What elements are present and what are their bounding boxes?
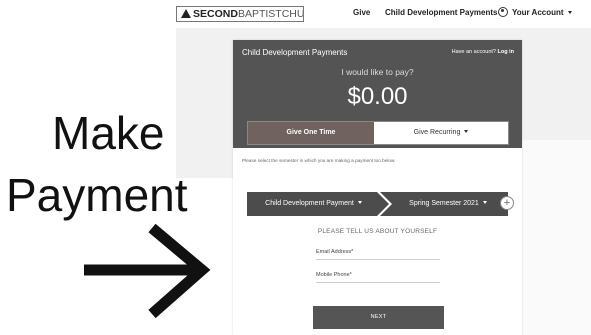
- triangle-logo-icon: [181, 9, 191, 18]
- card-title: Child Development Payments: [242, 48, 348, 57]
- phone-field[interactable]: [316, 282, 440, 283]
- login-prefix: Have an account?: [451, 49, 496, 55]
- login-prompt: Have an account? Log in: [452, 49, 514, 55]
- arrow-right-icon: [84, 223, 211, 319]
- church-logo[interactable]: SECONDBAPTISTCHURCH: [176, 6, 304, 22]
- give-one-time-button[interactable]: Give One Time: [248, 122, 374, 144]
- user-circle-icon[interactable]: [498, 7, 508, 17]
- nav-give[interactable]: Give: [353, 8, 370, 17]
- pay-question: I would like to pay?: [341, 67, 414, 77]
- semester-note: Please select the semester in which you …: [242, 158, 396, 163]
- login-link[interactable]: Log in: [498, 49, 515, 55]
- give-recurring-button[interactable]: Give Recurring: [374, 122, 508, 144]
- phone-field-label: Mobile Phone*: [316, 272, 352, 278]
- chevron-down-icon: [357, 201, 362, 204]
- top-navigation: SECONDBAPTISTCHURCH Give Child Developme…: [0, 0, 591, 28]
- payment-card: Child Development Payments Have an accou…: [233, 40, 522, 335]
- give-recurring-label: Give Recurring: [413, 129, 461, 136]
- email-field[interactable]: [316, 259, 440, 260]
- next-button[interactable]: NEXT: [313, 306, 444, 329]
- nav-child-development-payments[interactable]: Child Development Payments: [385, 8, 497, 17]
- nav-your-account[interactable]: Your Account: [512, 8, 572, 17]
- chevron-right-icon: [377, 192, 392, 216]
- email-field-label: Email Address*: [316, 249, 354, 255]
- chevron-down-icon: [567, 11, 572, 14]
- logo-text-strong: SECOND: [193, 8, 238, 20]
- nav-your-account-label: Your Account: [512, 8, 564, 17]
- overlay-text-payment: Payment: [6, 169, 188, 221]
- frequency-toggle: Give One Time Give Recurring: [247, 121, 509, 145]
- logo-text-light: BAPTISTCHURCH: [237, 8, 304, 20]
- semester-selector-label: Spring Semester 2021: [409, 200, 479, 207]
- plus-icon[interactable]: +: [500, 196, 514, 210]
- chevron-down-icon: [464, 130, 469, 133]
- chevron-down-icon: [482, 201, 487, 204]
- fund-selector-label: Child Development Payment: [265, 200, 354, 207]
- overlay-text-make: Make: [52, 107, 165, 159]
- fund-selector[interactable]: Child Development Payment: [247, 192, 380, 216]
- payment-amount[interactable]: $0.00: [233, 83, 522, 111]
- semester-selector[interactable]: Spring Semester 2021: [380, 192, 508, 216]
- section-heading: PLEASE TELL US ABOUT YOURSELF: [317, 228, 438, 235]
